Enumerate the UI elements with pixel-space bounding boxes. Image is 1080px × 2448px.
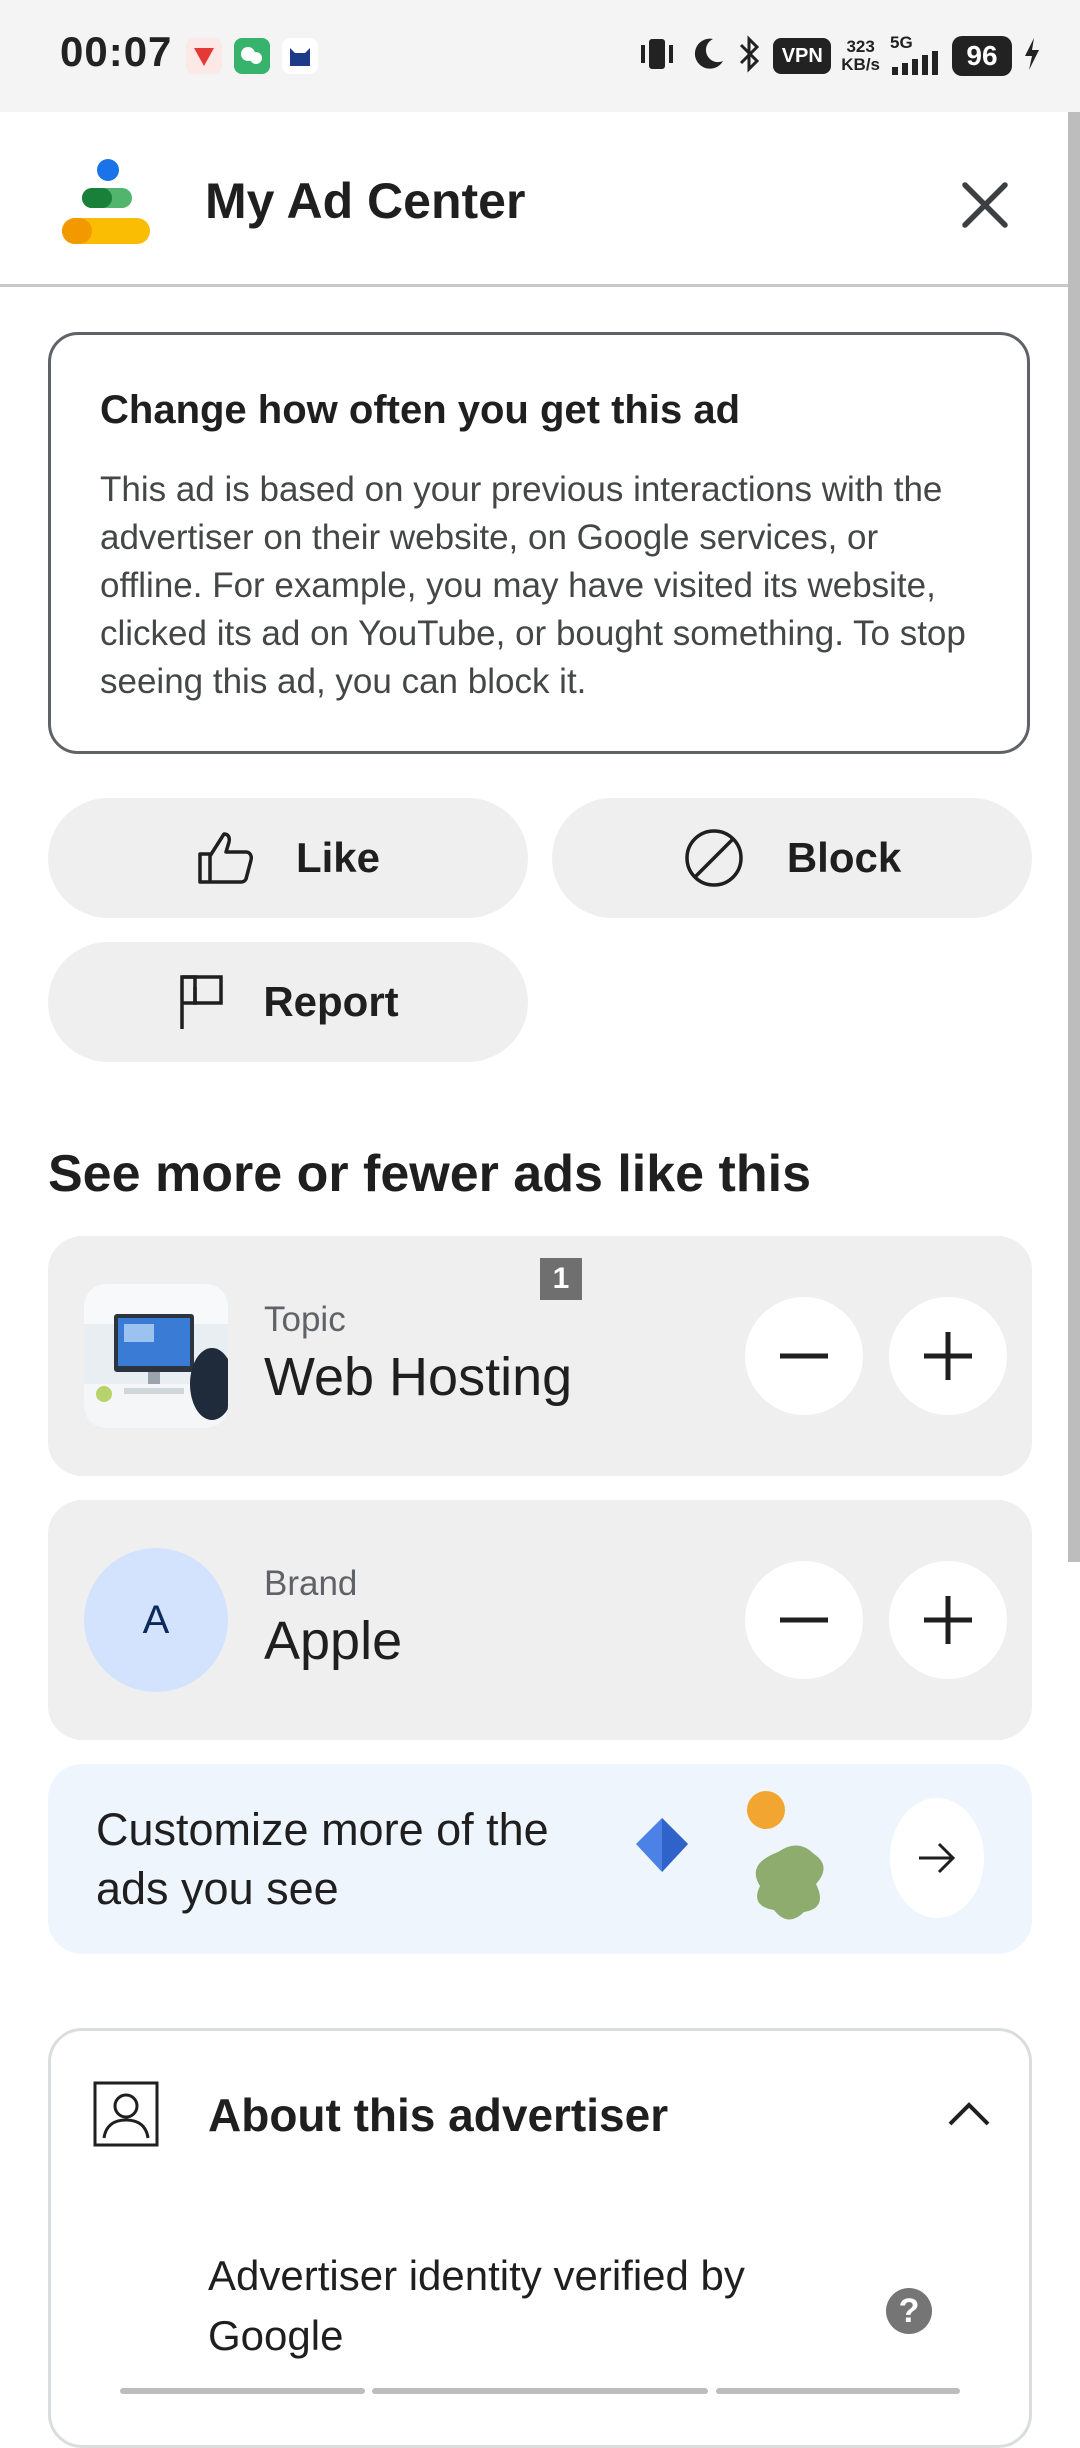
notification-app-icon (186, 38, 222, 74)
like-button[interactable]: Like (48, 798, 528, 918)
report-button[interactable]: Report (48, 942, 528, 1062)
info-card-body: This ad is based on your previous intera… (100, 470, 966, 701)
customize-ads-text: Customize more of the ads you see (96, 1804, 549, 1914)
charging-icon (1022, 36, 1042, 77)
topic-value: Web Hosting (264, 1347, 573, 1407)
section-heading: See more or fewer ads like this (48, 1145, 811, 1203)
customize-arrow-button[interactable] (890, 1798, 984, 1918)
tab-indicator-2 (372, 2388, 708, 2394)
vibrate-icon (635, 36, 679, 77)
flag-icon (180, 975, 224, 1029)
topic-increase-button[interactable] (889, 1297, 1007, 1415)
block-button[interactable]: Block (552, 798, 1032, 918)
block-label: Block (786, 834, 902, 881)
arrow-right-icon (919, 1842, 956, 1874)
bluetooth-icon (737, 34, 763, 79)
block-icon (685, 829, 743, 887)
cat-app-icon (282, 38, 318, 74)
topic-label: Topic (264, 1300, 346, 1339)
app-header (0, 112, 1080, 287)
minus-icon (780, 1353, 828, 1359)
minus-icon (780, 1617, 828, 1623)
my-ad-center-logo (58, 152, 158, 252)
report-label: Report (263, 978, 399, 1025)
brand-decrease-button[interactable] (745, 1561, 863, 1679)
brand-increase-button[interactable] (889, 1561, 1007, 1679)
close-icon (962, 182, 1008, 228)
collapse-button[interactable] (944, 2096, 994, 2132)
signal-bars-icon (892, 51, 938, 75)
topic-decrease-button[interactable] (745, 1297, 863, 1415)
battery-level: 96 (952, 36, 1012, 76)
decorative-shapes-illustration (628, 1788, 858, 1928)
do-not-disturb-moon-icon (689, 35, 727, 78)
tab-indicator-1 (120, 2388, 365, 2394)
like-label: Like (295, 834, 381, 881)
status-time: 00:07 (60, 28, 173, 75)
chevron-up-icon (948, 2102, 990, 2126)
thumbs-up-icon (198, 832, 253, 884)
brand-avatar: A (84, 1548, 228, 1692)
tab-indicator-3 (716, 2388, 960, 2394)
close-button[interactable] (950, 170, 1020, 240)
cell-signal: 5G (890, 34, 942, 77)
network-speed: 323 KB/s (841, 37, 880, 74)
status-right: VPN 323 KB/s 5G 96 (635, 30, 1042, 82)
brand-label: Brand (264, 1564, 358, 1603)
plus-icon (924, 1332, 972, 1380)
web-hosting-thumbnail (84, 1284, 228, 1428)
plus-icon (924, 1596, 972, 1644)
advertiser-verified-text: Advertiser identity verified by Google (208, 2252, 745, 2359)
about-advertiser-title: About this advertiser (208, 2089, 669, 2141)
wechat-app-icon (234, 38, 270, 74)
brand-value: Apple (264, 1611, 403, 1671)
info-card-title: Change how often you get this ad (100, 388, 740, 432)
vpn-badge: VPN (773, 38, 832, 74)
help-icon[interactable]: ? (886, 2288, 932, 2334)
account-box-icon (92, 2080, 160, 2148)
scrollbar[interactable] (1068, 112, 1080, 1562)
topic-count-badge: 1 (540, 1258, 582, 1300)
page-title: My Ad Center (205, 173, 526, 229)
